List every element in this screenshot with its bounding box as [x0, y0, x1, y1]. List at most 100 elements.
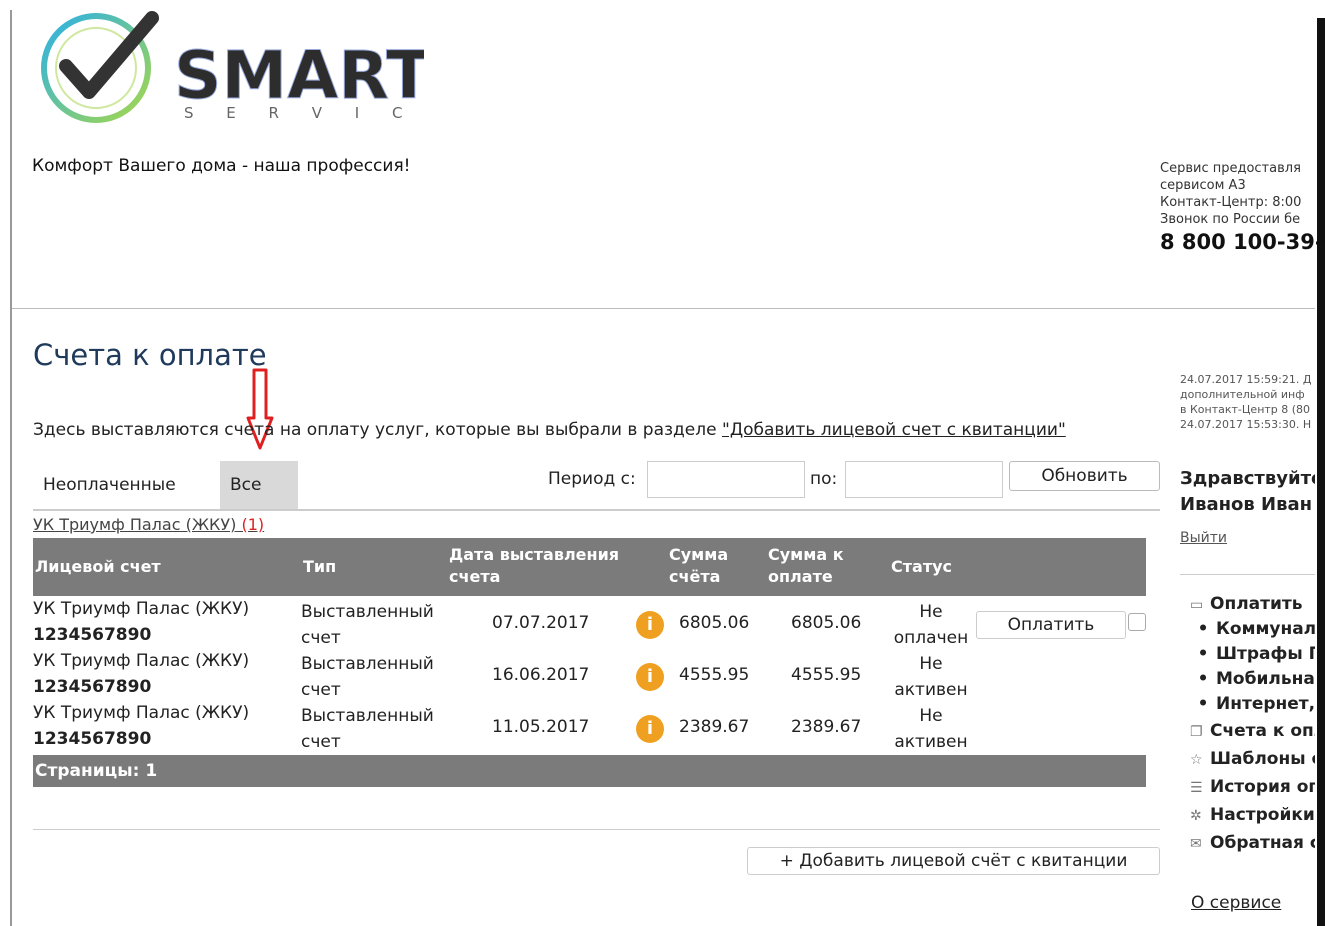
menu-item-bills[interactable]: ❐ Счета к опл: [1190, 717, 1315, 745]
intro-text-body: Здесь выставляются счета на оплату услуг…: [33, 420, 722, 440]
greeting: Здравствуйте, Иванов Иван: [1180, 466, 1315, 518]
refresh-button[interactable]: Обновить: [1009, 461, 1160, 491]
tabs-divider: [33, 509, 1160, 511]
sidebar: 24.07.2017 15:59:21. Д дополнительной ин…: [1180, 372, 1315, 546]
row-sum: 4555.95: [679, 665, 750, 685]
menu-subitem-utilities[interactable]: • Коммунальн: [1190, 617, 1315, 642]
row-type-line: Выставленный: [301, 602, 434, 622]
logout-link[interactable]: Выйти: [1180, 530, 1315, 546]
list-icon: ☰: [1190, 780, 1203, 796]
col-due-line: оплате: [768, 567, 833, 586]
menu-item-settings[interactable]: ✲ Настройки: [1190, 801, 1315, 829]
menu-subitem-fines[interactable]: • Штрафы ГИ: [1190, 642, 1315, 667]
row-type: Выставленный счет: [301, 703, 451, 755]
info-icon[interactable]: i: [636, 611, 664, 639]
row-status-line: Не: [919, 706, 943, 726]
logo-sub: S E R V I C E: [184, 104, 424, 122]
bullet-icon: •: [1197, 644, 1209, 664]
menu-label: Оплатить: [1210, 594, 1303, 614]
sidebar-menu: ▭ Оплатить • Коммунальн • Штрафы ГИ • Мобиль…: [1190, 592, 1315, 857]
menu-subitem-mobile[interactable]: • Мобильная: [1190, 667, 1315, 692]
smart-service-logo[interactable]: SMART S E R V I C E: [34, 10, 445, 140]
pay-button[interactable]: Оплатить: [976, 611, 1126, 639]
user-name: Иванов Иван: [1180, 494, 1313, 515]
row-type: Выставленный счет: [301, 599, 451, 651]
row-due: 2389.67: [791, 717, 862, 737]
greeting-line: Здравствуйте,: [1180, 468, 1315, 489]
row-sum: 2389.67: [679, 717, 750, 737]
row-account: 1234567890: [33, 677, 152, 697]
page-title: Счета к оплате: [33, 338, 267, 372]
pagination-bar: Страницы: 1: [33, 755, 1146, 787]
sidebar-divider: [1180, 574, 1315, 575]
logo-word: SMART: [174, 37, 424, 114]
info-icon[interactable]: i: [636, 715, 664, 743]
col-date-line: счета: [449, 567, 501, 586]
table-header: Лицевой счет Тип Дата выставления счета …: [33, 538, 1146, 596]
row-type-line: счет: [301, 732, 341, 752]
menu-item-pay[interactable]: ▭ Оплатить: [1190, 592, 1315, 617]
period-to-label: по:: [810, 469, 838, 489]
about-link[interactable]: О сервисе: [1191, 893, 1281, 913]
period-to-input[interactable]: [845, 461, 1003, 498]
row-type-line: Выставленный: [301, 654, 434, 674]
org-group-name: УК Триумф Палас (ЖКУ): [33, 515, 237, 534]
period-from-input[interactable]: [647, 461, 805, 498]
org-group-link[interactable]: УК Триумф Палас (ЖКУ) (1): [33, 515, 264, 534]
service-info-line: Контакт-Центр: 8:00: [1160, 195, 1302, 210]
menu-item-feedback[interactable]: ✉ Обратная с: [1190, 829, 1315, 857]
notice-line: дополнительной инф: [1180, 388, 1305, 401]
row-type-line: счет: [301, 680, 341, 700]
notice-line: в Контакт-Центр 8 (80: [1180, 403, 1311, 416]
hotline-phone: 8 800 100-39-00: [1160, 230, 1325, 254]
row-status-line: Не: [919, 654, 943, 674]
row-account: 1234567890: [33, 729, 152, 749]
menu-label: История оп: [1210, 777, 1315, 797]
row-sum: 6805.06: [679, 613, 750, 633]
row-account: 1234567890: [33, 625, 152, 645]
menu-item-history[interactable]: ☰ История оп: [1190, 773, 1315, 801]
divider: [33, 829, 1160, 830]
service-info-line: Звонок по России бе: [1160, 212, 1301, 227]
info-icon[interactable]: i: [636, 663, 664, 691]
row-status-line: активен: [894, 732, 968, 752]
row-type: Выставленный счет: [301, 651, 451, 703]
menu-label: Интернет, Т: [1216, 694, 1315, 714]
menu-subitem-internet[interactable]: • Интернет, Т: [1190, 692, 1315, 717]
col-sum-line: счёта: [669, 567, 721, 586]
menu-label: Коммунальн: [1216, 619, 1315, 639]
col-type: Тип: [303, 557, 337, 576]
menu-label: Шаблоны о: [1210, 749, 1315, 769]
service-info-line: сервисом А3: [1160, 178, 1246, 193]
row-status-line: Не: [919, 602, 943, 622]
service-info: Сервис предоставля сервисом А3 Контакт-Ц…: [1160, 160, 1325, 254]
row-date: 11.05.2017: [492, 717, 590, 737]
col-due-line: Сумма к: [768, 545, 844, 564]
gear-icon: ✲: [1190, 808, 1202, 824]
select-checkbox[interactable]: [1128, 613, 1146, 631]
add-account-link[interactable]: "Добавить лицевой счет с квитанции": [722, 420, 1066, 440]
bullet-icon: •: [1197, 669, 1209, 689]
window-edge: [1317, 18, 1325, 926]
col-sum: Сумма счёта: [669, 543, 728, 589]
notice-block: 24.07.2017 15:59:21. Д дополнительной ин…: [1180, 372, 1315, 432]
period-from-label: Период с:: [548, 469, 636, 489]
row-org: УК Триумф Палас (ЖКУ): [33, 651, 250, 671]
add-account-button[interactable]: + Добавить лицевой счёт с квитанции: [747, 847, 1160, 875]
star-icon: ☆: [1190, 752, 1203, 768]
row-status-line: оплачен: [893, 628, 969, 648]
bullet-icon: •: [1197, 694, 1209, 714]
menu-label: Штрафы ГИ: [1216, 644, 1315, 664]
tab-all[interactable]: Все: [220, 461, 298, 509]
documents-icon: ❐: [1190, 724, 1203, 740]
org-group-count: (1): [241, 515, 265, 534]
card-icon: ▭: [1190, 597, 1204, 613]
menu-label: Настройки: [1210, 805, 1315, 825]
col-sum-line: Сумма: [669, 545, 729, 564]
tagline: Комфорт Вашего дома - наша профессия!: [32, 156, 411, 176]
bullet-icon: •: [1197, 619, 1209, 639]
row-status: Не оплачен: [891, 599, 971, 651]
service-info-line: Сервис предоставля: [1160, 161, 1301, 176]
menu-item-templates[interactable]: ☆ Шаблоны о: [1190, 745, 1315, 773]
tab-unpaid[interactable]: Неоплаченные: [33, 461, 218, 509]
